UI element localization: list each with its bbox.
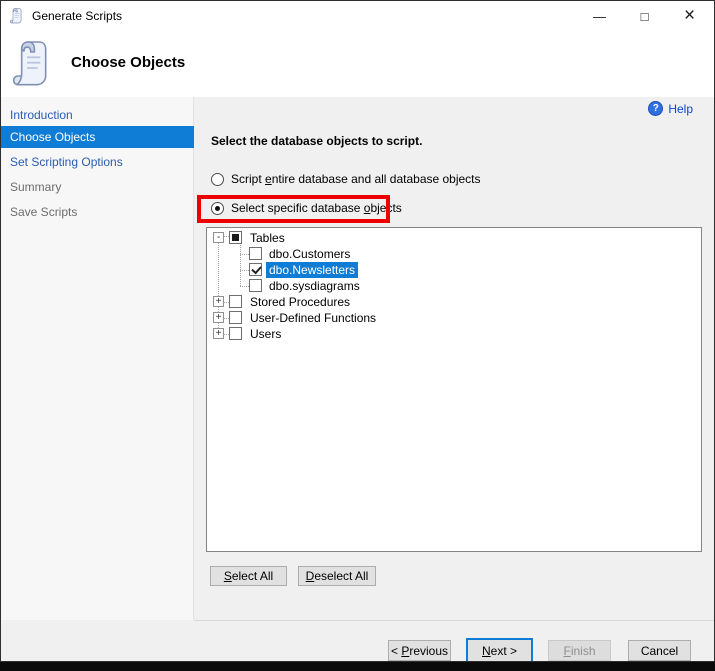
generate-scripts-wizard-window: Generate Scripts — □ × Choose Objects In… <box>0 0 715 662</box>
radio-specific-post: bjects <box>370 201 402 215</box>
checkbox-dbo-customers[interactable] <box>249 247 262 260</box>
tree-label-users[interactable]: Users <box>250 326 281 342</box>
select-all-mnemonic: S <box>223 569 232 583</box>
tree-label-dbo-customers[interactable]: dbo.Customers <box>269 246 350 262</box>
deselect-all-mnemonic: D <box>305 569 315 583</box>
wizard-footer: < Previous Next > Finish Cancel <box>1 620 714 661</box>
checkbox-dbo-newsletters[interactable] <box>249 263 262 276</box>
tree-label-user-defined-functions[interactable]: User-Defined Functions <box>250 310 376 326</box>
radio-entire-pre: Script <box>231 172 266 186</box>
tree-connector <box>240 242 241 286</box>
previous-post: revious <box>409 643 449 658</box>
maximize-icon[interactable]: □ <box>622 1 667 31</box>
script-scroll-icon-large <box>12 41 47 86</box>
tree-connector <box>240 254 249 255</box>
window-title: Generate Scripts <box>32 9 123 23</box>
help-link[interactable]: ? Help <box>648 101 693 116</box>
next-post: ext > <box>490 643 518 658</box>
tree-row-stored-procedures[interactable]: + Stored Procedures <box>207 294 701 310</box>
deselect-all-button[interactable]: Deselect All <box>298 566 376 586</box>
help-label: Help <box>668 101 693 116</box>
finish-button: Finish <box>548 640 611 661</box>
radio-script-entire-database[interactable]: Script entire database and all database … <box>211 172 481 186</box>
radio-select-specific-objects[interactable]: Select specific database objects <box>211 201 402 215</box>
sidebar-item-introduction[interactable]: Introduction <box>1 104 194 126</box>
cancel-button[interactable]: Cancel <box>628 640 691 661</box>
page-title: Choose Objects <box>71 54 186 71</box>
radio-circle-entire[interactable] <box>211 172 224 186</box>
tree-row-user-defined-functions[interactable]: + User-Defined Functions <box>207 310 701 326</box>
select-all-post: elect All <box>231 569 274 583</box>
collapse-icon[interactable]: - <box>213 232 224 243</box>
checkbox-stored-procedures[interactable] <box>229 295 242 308</box>
deselect-all-post: eselect All <box>314 569 369 583</box>
radio-specific-pre: Select specific database <box>231 201 364 215</box>
tree-label-stored-procedures[interactable]: Stored Procedures <box>250 294 350 310</box>
previous-mnemonic: P <box>401 643 410 658</box>
wizard-steps-sidebar: Introduction Choose Objects Set Scriptin… <box>1 97 194 661</box>
tree-row-dbo-customers[interactable]: dbo.Customers <box>207 246 701 262</box>
checkbox-users[interactable] <box>229 327 242 340</box>
checkbox-tables[interactable] <box>229 231 242 244</box>
window-controls: — □ × <box>577 1 712 31</box>
help-icon: ? <box>648 101 664 116</box>
previous-button[interactable]: < Previous <box>388 640 451 661</box>
radio-entire-mnemonic: e <box>265 172 272 186</box>
sidebar-item-summary: Summary <box>10 180 62 194</box>
tree-row-users[interactable]: + Users <box>207 326 701 342</box>
radio-entire-post: ntire database and all database objects <box>271 172 481 186</box>
finish-mnemonic: F <box>563 643 571 658</box>
script-scroll-icon <box>9 8 22 24</box>
expand-icon[interactable]: + <box>213 328 224 339</box>
previous-pre: < <box>390 643 402 658</box>
next-button-face: Next > <box>468 640 531 661</box>
minimize-icon[interactable]: — <box>577 1 622 31</box>
radio-circle-specific[interactable] <box>211 201 224 215</box>
tree-label-tables[interactable]: Tables <box>250 230 285 246</box>
database-objects-tree: - Tables dbo.Customers dbo.Newsletters d… <box>206 227 702 552</box>
next-mnemonic: N <box>481 643 491 658</box>
expand-icon[interactable]: + <box>213 312 224 323</box>
sidebar-item-save-scripts: Save Scripts <box>10 205 78 219</box>
sidebar-item-set-scripting-options[interactable]: Set Scripting Options <box>1 151 194 173</box>
select-all-button[interactable]: Select All <box>210 566 287 586</box>
title-bar: Generate Scripts — □ × <box>1 1 714 31</box>
tree-row-tables[interactable]: - Tables <box>207 230 701 246</box>
expand-icon[interactable]: + <box>213 296 224 307</box>
wizard-content-panel: ? Help Select the database objects to sc… <box>194 97 714 620</box>
checkbox-user-defined-functions[interactable] <box>229 311 242 324</box>
tree-connector <box>240 286 249 287</box>
footer-divider <box>194 620 714 621</box>
checkbox-dbo-sysdiagrams[interactable] <box>249 279 262 292</box>
tree-row-dbo-newsletters[interactable]: dbo.Newsletters <box>207 262 701 278</box>
instruction-text: Select the database objects to script. <box>211 134 423 148</box>
tree-label-dbo-sysdiagrams[interactable]: dbo.sysdiagrams <box>269 278 360 294</box>
close-icon[interactable]: × <box>667 1 712 31</box>
sidebar-item-choose-objects[interactable]: Choose Objects <box>1 126 194 148</box>
next-button[interactable]: Next > <box>466 638 533 661</box>
tree-row-dbo-sysdiagrams[interactable]: dbo.sysdiagrams <box>207 278 701 294</box>
radio-label-specific: Select specific database objects <box>231 201 402 215</box>
wizard-header: Choose Objects <box>1 31 714 97</box>
finish-post: inish <box>570 643 596 658</box>
screenshot-stage: Generate Scripts — □ × Choose Objects In… <box>0 0 715 671</box>
tree-label-dbo-newsletters[interactable]: dbo.Newsletters <box>266 262 359 278</box>
radio-label-entire: Script entire database and all database … <box>231 172 481 186</box>
tree-connector <box>240 270 249 271</box>
